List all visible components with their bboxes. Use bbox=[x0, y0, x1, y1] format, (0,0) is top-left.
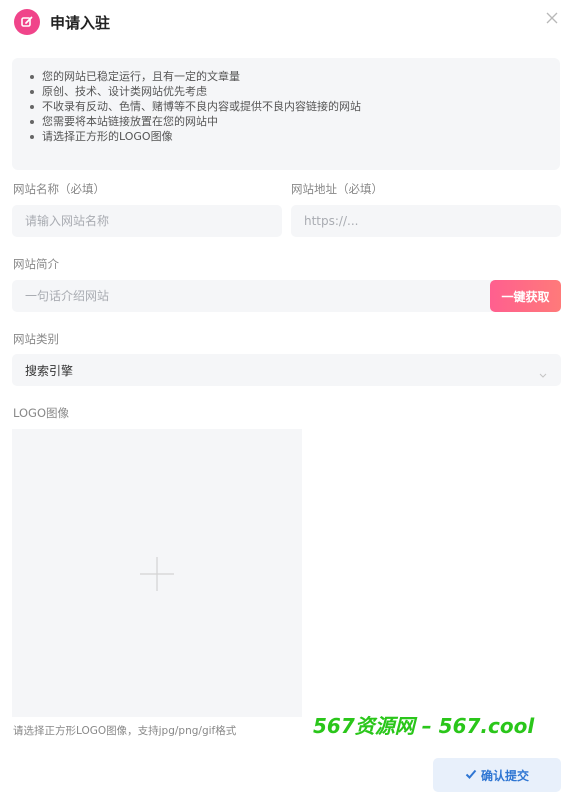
submit-button[interactable]: 确认提交 bbox=[433, 758, 561, 792]
site-desc-label: 网站简介 bbox=[13, 257, 59, 271]
dialog-title: 申请入驻 bbox=[50, 13, 111, 32]
watermark-text: 567资源网 – 567.cool bbox=[313, 714, 535, 738]
notice-box: 您的网站已稳定运行，且有一定的文章量 原创、技术、设计类网站优先考虑 不收录有反… bbox=[12, 58, 560, 170]
category-select[interactable]: 搜索引擎 bbox=[12, 354, 561, 386]
site-name-label: 网站名称（必填） bbox=[13, 182, 105, 196]
submit-label: 确认提交 bbox=[480, 768, 529, 783]
notice-item: 不收录有反动、色情、赌博等不良内容或提供不良内容链接的网站 bbox=[26, 99, 542, 114]
fetch-info-button[interactable]: 一键获取 bbox=[490, 280, 561, 312]
edit-icon bbox=[14, 9, 40, 35]
close-icon[interactable] bbox=[544, 10, 560, 26]
notice-list: 您的网站已稳定运行，且有一定的文章量 原创、技术、设计类网站优先考虑 不收录有反… bbox=[26, 69, 542, 144]
logo-label: LOGO图像 bbox=[13, 406, 70, 420]
site-desc-input[interactable] bbox=[12, 280, 492, 312]
dialog-header: 申请入驻 bbox=[14, 8, 110, 36]
check-icon bbox=[465, 768, 477, 783]
plus-icon bbox=[140, 557, 174, 591]
notice-item: 您需要将本站链接放置在您的网站中 bbox=[26, 114, 542, 129]
site-url-input[interactable] bbox=[291, 205, 561, 237]
notice-item: 请选择正方形的LOGO图像 bbox=[26, 129, 542, 144]
site-name-input[interactable] bbox=[12, 205, 282, 237]
logo-hint: 请选择正方形LOGO图像，支持jpg/png/gif格式 bbox=[13, 725, 237, 737]
category-label: 网站类别 bbox=[13, 332, 59, 346]
notice-item: 您的网站已稳定运行，且有一定的文章量 bbox=[26, 69, 542, 84]
site-url-label: 网站地址（必填） bbox=[291, 182, 383, 196]
category-value: 搜索引擎 bbox=[25, 363, 74, 378]
chevron-down-icon bbox=[538, 365, 548, 378]
logo-upload-area[interactable] bbox=[12, 429, 302, 717]
notice-item: 原创、技术、设计类网站优先考虑 bbox=[26, 84, 542, 99]
